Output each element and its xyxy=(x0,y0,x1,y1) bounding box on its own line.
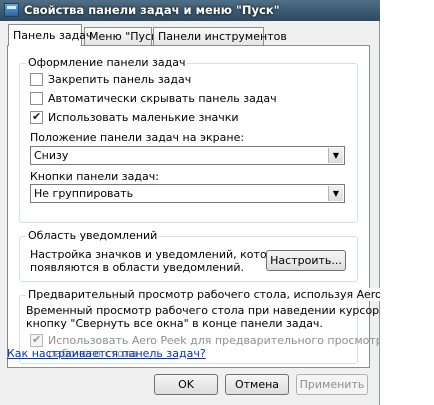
apply-button[interactable]: Применить xyxy=(296,374,368,395)
notifications-description-line2: появляются в области уведомлений. xyxy=(30,261,245,274)
tab-start-menu-label: Меню "Пуск" xyxy=(89,30,163,43)
configure-notifications-button[interactable]: Настроить... xyxy=(266,250,346,271)
window-title: Свойства панели задач и меню "Пуск" xyxy=(24,3,280,17)
dialog-body: Панель задач Меню "Пуск" Панели инструме… xyxy=(0,21,380,405)
small-icons-label: Использовать маленькие значки xyxy=(48,111,239,124)
help-link[interactable]: Как настраивается панель задач? xyxy=(7,347,206,360)
taskbar-buttons-select[interactable]: Не группировать ▼ xyxy=(30,184,345,203)
position-select-value: Снизу xyxy=(34,149,69,162)
notifications-legend: Область уведомлений xyxy=(26,229,160,242)
taskbar-buttons-select-value: Не группировать xyxy=(34,187,134,200)
aero-peek-checkbox[interactable] xyxy=(30,333,43,347)
cancel-button[interactable]: Отмена xyxy=(225,374,289,395)
position-label: Положение панели задач на экране: xyxy=(30,131,245,144)
taskbar-buttons-label: Кнопки панели задач: xyxy=(30,170,159,183)
chevron-down-icon: ▼ xyxy=(328,148,343,163)
aero-peek-checkbox-label-line1: Использовать Aero Peek для предварительн… xyxy=(48,334,380,347)
lock-taskbar-checkbox[interactable] xyxy=(30,73,43,86)
ok-button[interactable]: OK xyxy=(154,374,218,395)
tab-taskbar-label: Панель задач xyxy=(13,29,93,42)
small-icons-checkbox[interactable] xyxy=(30,110,43,124)
appearance-legend: Оформление панели задач xyxy=(26,56,188,69)
aero-peek-legend: Предварительный просмотр рабочего стола,… xyxy=(26,288,380,301)
notifications-description-line1: Настройка значков и уведомлений, которые xyxy=(30,248,290,261)
tab-toolbars-label: Панели инструментов xyxy=(158,30,287,43)
autohide-label: Автоматически скрывать панель задач xyxy=(48,92,277,105)
tab-start-menu[interactable]: Меню "Пуск" xyxy=(84,27,163,45)
tab-toolbars[interactable]: Панели инструментов xyxy=(153,27,287,45)
autohide-checkbox[interactable] xyxy=(30,92,43,105)
chevron-down-icon: ▼ xyxy=(328,186,343,201)
lock-taskbar-label: Закрепить панель задач xyxy=(48,73,192,86)
title-bar[interactable]: Свойства панели задач и меню "Пуск" xyxy=(0,0,380,21)
aero-peek-description-line1: Временный просмотр рабочего стола при на… xyxy=(26,304,380,317)
taskbar-app-icon xyxy=(4,3,19,17)
aero-peek-description-line2: кнопку "Свернуть все окна" в конце панел… xyxy=(26,317,323,330)
position-select[interactable]: Снизу ▼ xyxy=(30,146,345,165)
tab-panel-taskbar: Оформление панели задач Закрепить панель… xyxy=(7,45,380,368)
taskbar-properties-dialog: Свойства панели задач и меню "Пуск" Пане… xyxy=(0,0,380,405)
tab-taskbar[interactable]: Панель задач xyxy=(8,24,92,46)
